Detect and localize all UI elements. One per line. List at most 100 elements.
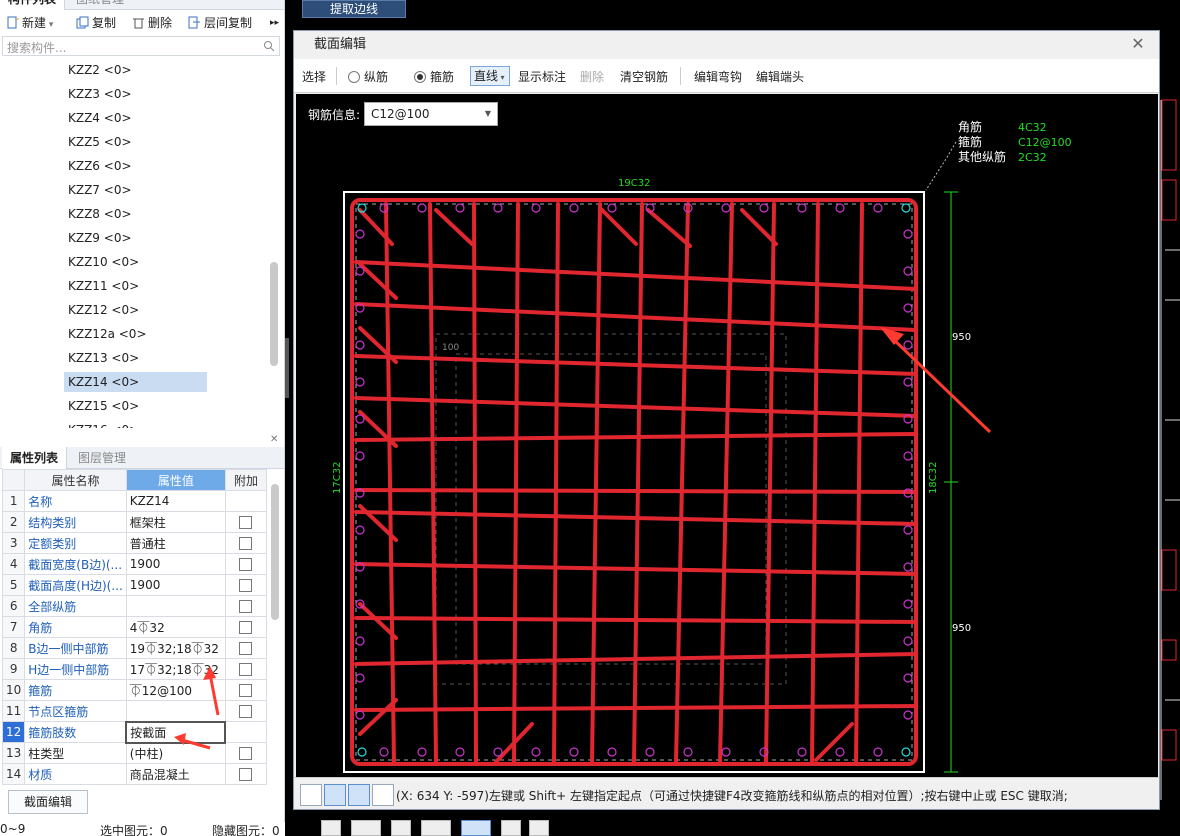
tool-icon[interactable] [529,820,549,836]
tree-scrollbar[interactable] [270,262,278,366]
snap-icon[interactable] [372,784,394,806]
long-bar-radio[interactable]: 纵筋 [348,69,388,85]
tree-item[interactable]: KZZ13 <0> [64,348,143,368]
tree-item[interactable]: KZZ9 <0> [64,228,136,248]
table-header: 属性名称 属性值 附加 [1,469,268,491]
tree-item[interactable]: KZZ16 <0> [64,420,143,428]
status-hidden: 隐藏图元：0 [212,824,280,836]
section-canvas[interactable]: 钢筋信息: C12@100 ▼ 角筋 箍筋 其他纵筋 4C32 C12@100 2… [296,94,1158,777]
dialog-toolbar: 选择 纵筋 箍筋 直线 ▾ 显示标注 删除 清空钢筋 编辑弯钩 编辑端头 [294,59,1159,93]
rebar-point [903,229,913,239]
dialog-status-bar: (X: 634 Y: -597)左键或 Shift+ 左键指定起点（可通过快捷键… [294,777,1159,809]
extract-edge-button[interactable]: 提取边线 [302,0,406,18]
section-drawing: 19C32 17C32 18C32 950 950 100 [332,141,992,773]
tool-icon[interactable] [461,820,491,836]
tool-icon[interactable] [421,820,451,836]
perpendicular-icon[interactable] [348,784,370,806]
delete-button[interactable]: 删除 [132,14,172,32]
line-mode-select[interactable]: 直线 ▾ [470,66,510,86]
tree-item[interactable]: KZZ7 <0> [64,180,136,200]
rebar-point [873,203,883,213]
tool-icon[interactable] [501,820,521,836]
radio-checked-icon [414,71,426,83]
floor-copy-button[interactable]: 层间复制 [188,14,252,32]
dim-h2-label: 950 [952,623,971,634]
rebar-point [355,229,365,239]
extra-checkbox[interactable] [239,579,253,592]
rebar-point [379,747,389,757]
tab-layer-manage[interactable]: 图层管理 [70,447,134,469]
close-icon[interactable]: ✕ [1129,35,1147,53]
more-button[interactable]: ▸▸ [270,14,279,32]
rebar-point [355,673,365,683]
tree-item-selected[interactable]: KZZ14 <0> [64,372,207,392]
column-header: 属性名称 [24,469,127,491]
table-row[interactable]: 1 名称 KZZ14 [1,490,268,512]
new-button[interactable]: 新建 ▾ [6,14,53,32]
table-row[interactable]: 14 材质 商品混凝土 [1,763,268,785]
select-button[interactable]: 选择 [302,69,326,85]
close-icon[interactable]: ✕ [270,434,278,445]
tool-icon[interactable] [321,820,341,836]
table-row[interactable]: 4 截面宽度(B边)(... 1900 [1,553,268,575]
rebar-point [797,203,807,213]
rebar-point [355,451,365,461]
tree-item[interactable]: KZZ12 <0> [64,300,143,320]
tree-item[interactable]: KZZ2 <0> [64,60,136,80]
extra-checkbox[interactable] [239,537,253,550]
tab-component-list[interactable]: 构件列表 [0,0,66,10]
delete-rebar-button[interactable]: 删除 [580,69,604,85]
section-edit-button[interactable]: 截面编辑 [8,790,88,814]
status-range: 0~9 [0,822,26,836]
floor-copy-icon [188,16,200,29]
extra-checkbox[interactable] [239,621,253,634]
rebar-point [903,340,913,350]
tree-item[interactable]: KZZ4 <0> [64,108,136,128]
tab-property-list[interactable]: 属性列表 [2,447,68,469]
column-header: 附加 [224,469,268,491]
tree-item[interactable]: KZZ6 <0> [64,156,136,176]
rebar-point [455,203,465,213]
dim-h1-label: 950 [952,332,971,343]
tree-item[interactable]: KZZ10 <0> [64,252,143,272]
rebar-point [531,747,541,757]
rebar-point [355,340,365,350]
extra-checkbox[interactable] [239,558,253,571]
edit-hook-button[interactable]: 编辑弯钩 [694,69,742,85]
line-tool-icon[interactable] [324,784,346,806]
table-row[interactable]: 5 截面高度(H边)(... 1900 [1,574,268,596]
tree-item[interactable]: KZZ8 <0> [64,204,136,224]
tree-item[interactable]: KZZ3 <0> [64,84,136,104]
ortho-icon[interactable] [300,784,322,806]
tree-item[interactable]: KZZ12a <0> [64,324,151,344]
rebar-point [835,747,845,757]
component-tabs: 构件列表 图纸管理 [0,0,284,10]
table-row[interactable]: 3 定额类别 普通柱 [1,532,268,554]
extra-checkbox[interactable] [239,642,253,655]
extra-checkbox[interactable] [239,516,253,529]
rebar-point [645,747,655,757]
tree-item[interactable]: KZZ11 <0> [64,276,143,296]
search-input[interactable]: 搜索构件... [2,36,280,56]
extra-checkbox[interactable] [239,768,253,781]
copy-button[interactable]: 复制 [76,14,116,32]
tool-icon[interactable] [391,820,411,836]
stirrup-radio[interactable]: 箍筋 [414,69,454,85]
search-icon [264,41,275,52]
clear-rebar-button[interactable]: 清空钢筋 [620,69,668,85]
extra-checkbox[interactable] [239,600,253,613]
property-scrollbar[interactable] [271,484,279,620]
tree-item[interactable]: KZZ5 <0> [64,132,136,152]
tab-drawing-manage[interactable]: 图纸管理 [68,0,132,10]
tool-icon[interactable] [351,820,381,836]
table-row[interactable]: 2 结构类别 框架柱 [1,511,268,533]
tree-item[interactable]: KZZ15 <0> [64,396,143,416]
table-row[interactable]: 6 全部纵筋 [1,595,268,617]
edit-end-button[interactable]: 编辑端头 [756,69,804,85]
rebar-point [493,203,503,213]
table-row[interactable]: 7 角筋 4⏁32 [1,616,268,638]
rebar-point [903,266,913,276]
table-row[interactable]: 8 B边一侧中部筋 19⏁32;18⏁32 [1,637,268,659]
status-selected: 选中图元：0 [100,824,168,836]
show-dim-button[interactable]: 显示标注 [518,69,566,85]
